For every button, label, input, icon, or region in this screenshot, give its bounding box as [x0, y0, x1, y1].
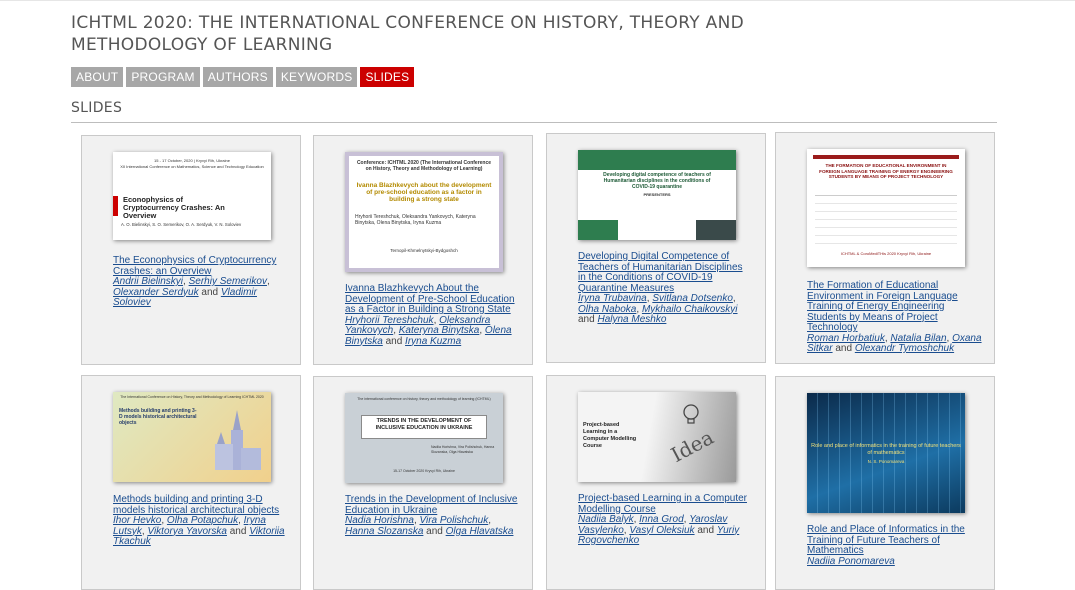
thumb-heading: The international conference on history,… — [357, 397, 491, 401]
thumb-subheading: XII International Conference on Mathemat… — [120, 164, 264, 169]
thumb-main-title: Ivanna Blazhkevych about the development… — [356, 182, 492, 203]
main-nav: ABOUT PROGRAM AUTHORS KEYWORDS SLIDES — [71, 67, 997, 87]
thumb-main-title: THE FORMATION OF EDUCATIONAL ENVIRONMENT… — [819, 163, 953, 179]
nav-keywords[interactable]: KEYWORDS — [275, 67, 358, 87]
slide-card: The International Conference on History,… — [81, 375, 301, 590]
thumb-footer: ICHTML & CoroMediTHis 2020 Kryvyi Rih, U… — [840, 251, 932, 256]
slide-thumbnail[interactable]: Conference: ICHTML 2020 (The Internation… — [345, 152, 503, 272]
slide-card: Conference: ICHTML 2020 (The Internation… — [313, 135, 533, 365]
thumb-footer: 15-17 October 2020 Kryvyi Rih, Ukraine — [393, 469, 455, 473]
author-link[interactable]: Nadia Horishna — [345, 515, 414, 526]
author-link[interactable]: Iryna Kuzma — [405, 336, 461, 347]
author-link[interactable]: Iryna Trubavina — [578, 293, 647, 304]
thumb-main-title: Project-based Learning in a Computer Mod… — [583, 422, 637, 449]
slide-caption: Methods building and printing 3-D models… — [113, 494, 285, 547]
red-accent-bar — [113, 196, 118, 216]
slide-title-link[interactable]: Developing Digital Competence of Teacher… — [578, 251, 743, 294]
slide-caption: Ivanna Blazhkevych About the Development… — [345, 283, 515, 347]
thumb-main-title: TRENDS IN THE DEVELOPMENT OF INCLUSIVE E… — [375, 418, 473, 431]
author-link[interactable]: Natalia Bilan — [890, 333, 946, 344]
author-link[interactable]: Ihor Hevko — [113, 515, 161, 526]
slide-thumbnail[interactable]: Developing digital competence of teacher… — [578, 150, 736, 240]
slide-title-link[interactable]: The Econophysics of Cryptocurrency Crash… — [113, 255, 276, 277]
thumb-heading: The International Conference on History,… — [120, 395, 264, 399]
author-link[interactable]: Andrii Bielinskyi — [113, 276, 183, 287]
nav-about[interactable]: ABOUT — [71, 67, 124, 87]
thumb-main-title: Role and place of informatics in the tra… — [811, 443, 961, 456]
nav-program[interactable]: PROGRAM — [126, 67, 200, 87]
thumb-word: Idea — [666, 424, 718, 468]
thumb-main-title: Developing digital competence of teacher… — [603, 172, 711, 190]
thumb-heading: 15 - 17 October, 2020 | Kryvyi Rih, Ukra… — [154, 158, 230, 163]
author-link[interactable]: Olha Potapchuk — [167, 515, 238, 526]
slide-thumbnail[interactable]: The international conference on history,… — [345, 393, 503, 483]
author-link[interactable]: Olga Hlavatska — [446, 526, 514, 537]
author-link[interactable]: Halyna Meshko — [597, 314, 666, 325]
slide-thumbnail[interactable]: Project-based Learning in a Computer Mod… — [578, 392, 736, 482]
slide-thumbnail[interactable]: Role and place of informatics in the tra… — [807, 393, 965, 513]
slide-card: Developing digital competence of teacher… — [546, 133, 766, 363]
thumb-green-band — [578, 150, 736, 170]
slide-thumbnail[interactable]: THE FORMATION OF EDUCATIONAL ENVIRONMENT… — [807, 149, 965, 267]
slide-title-link[interactable]: Project-based Learning in a Computer Mod… — [578, 493, 747, 515]
slide-card: THE FORMATION OF EDUCATIONAL ENVIRONMENT… — [775, 132, 995, 364]
author-link[interactable]: Vira Polishchuk — [420, 515, 489, 526]
thumb-table — [815, 195, 957, 247]
slide-card: Role and place of informatics in the tra… — [775, 376, 995, 590]
author-link[interactable]: Hanna Slozanska — [345, 526, 423, 537]
slide-caption: The Formation of Educational Environment… — [807, 280, 982, 354]
thumb-main-title: Methods building and printing 3-D models… — [119, 408, 197, 426]
author-link[interactable]: Roman Horbatiuk — [807, 333, 885, 344]
thumb-green-corner — [578, 220, 618, 240]
author-link[interactable]: Vasyl Oleksiuk — [629, 525, 694, 536]
section-title: SLIDES — [71, 100, 997, 123]
author-link[interactable]: Nadiia Balyk — [578, 514, 634, 525]
slide-thumbnail[interactable]: 15 - 17 October, 2020 | Kryvyi Rih, Ukra… — [113, 152, 271, 240]
thumb-authors: N. S. Ponomareva — [867, 459, 905, 464]
slide-card: Project-based Learning in a Computer Mod… — [546, 375, 766, 590]
top-border — [0, 0, 1075, 1]
thumb-authors: Nadiia Horishna, Vira Polishchuk, Hanna … — [431, 445, 495, 454]
page-title: ICHTML 2020: THE INTERNATIONAL CONFERENC… — [71, 13, 744, 55]
author-link[interactable]: Olexander Serdyuk — [113, 287, 199, 298]
thumb-authors: A. O. Bielinskyi, S. O. Semerikov, O. A.… — [121, 222, 242, 227]
thumb-main-title: Econophysics of Cryptocurrency Crashes: … — [123, 195, 225, 220]
thumb-heading: Conference: ICHTML 2020 (The Internation… — [356, 160, 492, 172]
slide-caption: Project-based Learning in a Computer Mod… — [578, 493, 747, 546]
thumb-subheading: PRESENTERS — [643, 192, 671, 197]
author-link[interactable]: Hryhorii Tereshchuk — [345, 315, 434, 326]
lightbulb-icon — [683, 404, 699, 424]
author-link[interactable]: Svitlana Dotsenko — [652, 293, 733, 304]
thumb-place: Ternopil-Khmelnytskyi-Bydgoshch — [390, 248, 458, 253]
slide-caption: Trends in the Development of Inclusive E… — [345, 494, 518, 537]
slide-thumbnail[interactable]: The International Conference on History,… — [113, 392, 271, 482]
author-link[interactable]: Mykhailo Chaikovskyi — [642, 304, 738, 315]
slide-title-link[interactable]: Trends in the Development of Inclusive E… — [345, 494, 518, 516]
slide-title-link[interactable]: The Formation of Educational Environment… — [807, 280, 958, 333]
author-link[interactable]: Kateryna Binytska — [399, 325, 480, 336]
author-link[interactable]: Olexandr Tymoshchuk — [855, 343, 954, 354]
thumb-dark-corner — [696, 220, 736, 240]
author-link[interactable]: Serhiy Semerikov — [189, 276, 267, 287]
thumb-authors: Hryhorii Tereshchuk, Oleksandra Yankovyc… — [355, 214, 476, 226]
cathedral-icon — [215, 410, 261, 470]
nav-slides[interactable]: SLIDES — [360, 67, 415, 87]
author-link[interactable]: Olha Naboka — [578, 304, 636, 315]
slide-title-link[interactable]: Role and Place of Informatics in the Tra… — [807, 524, 965, 556]
slide-caption: The Econophysics of Cryptocurrency Crash… — [113, 255, 277, 308]
slide-title-link[interactable]: Ivanna Blazhkevych About the Development… — [345, 283, 515, 315]
author-link[interactable]: Viktorya Yavorska — [147, 526, 226, 537]
slide-card: The international conference on history,… — [313, 376, 533, 590]
author-link[interactable]: Inna Grod — [639, 514, 683, 525]
thumb-red-band — [813, 155, 959, 159]
slide-caption: Role and Place of Informatics in the Tra… — [807, 524, 982, 567]
slide-card: 15 - 17 October, 2020 | Kryvyi Rih, Ukra… — [81, 135, 301, 365]
slide-title-link[interactable]: Methods building and printing 3-D models… — [113, 494, 279, 516]
page-header: ICHTML 2020: THE INTERNATIONAL CONFERENC… — [71, 12, 997, 123]
nav-authors[interactable]: AUTHORS — [202, 67, 273, 87]
author-link[interactable]: Nadiia Ponomareva — [807, 556, 895, 567]
slide-caption: Developing Digital Competence of Teacher… — [578, 251, 743, 325]
